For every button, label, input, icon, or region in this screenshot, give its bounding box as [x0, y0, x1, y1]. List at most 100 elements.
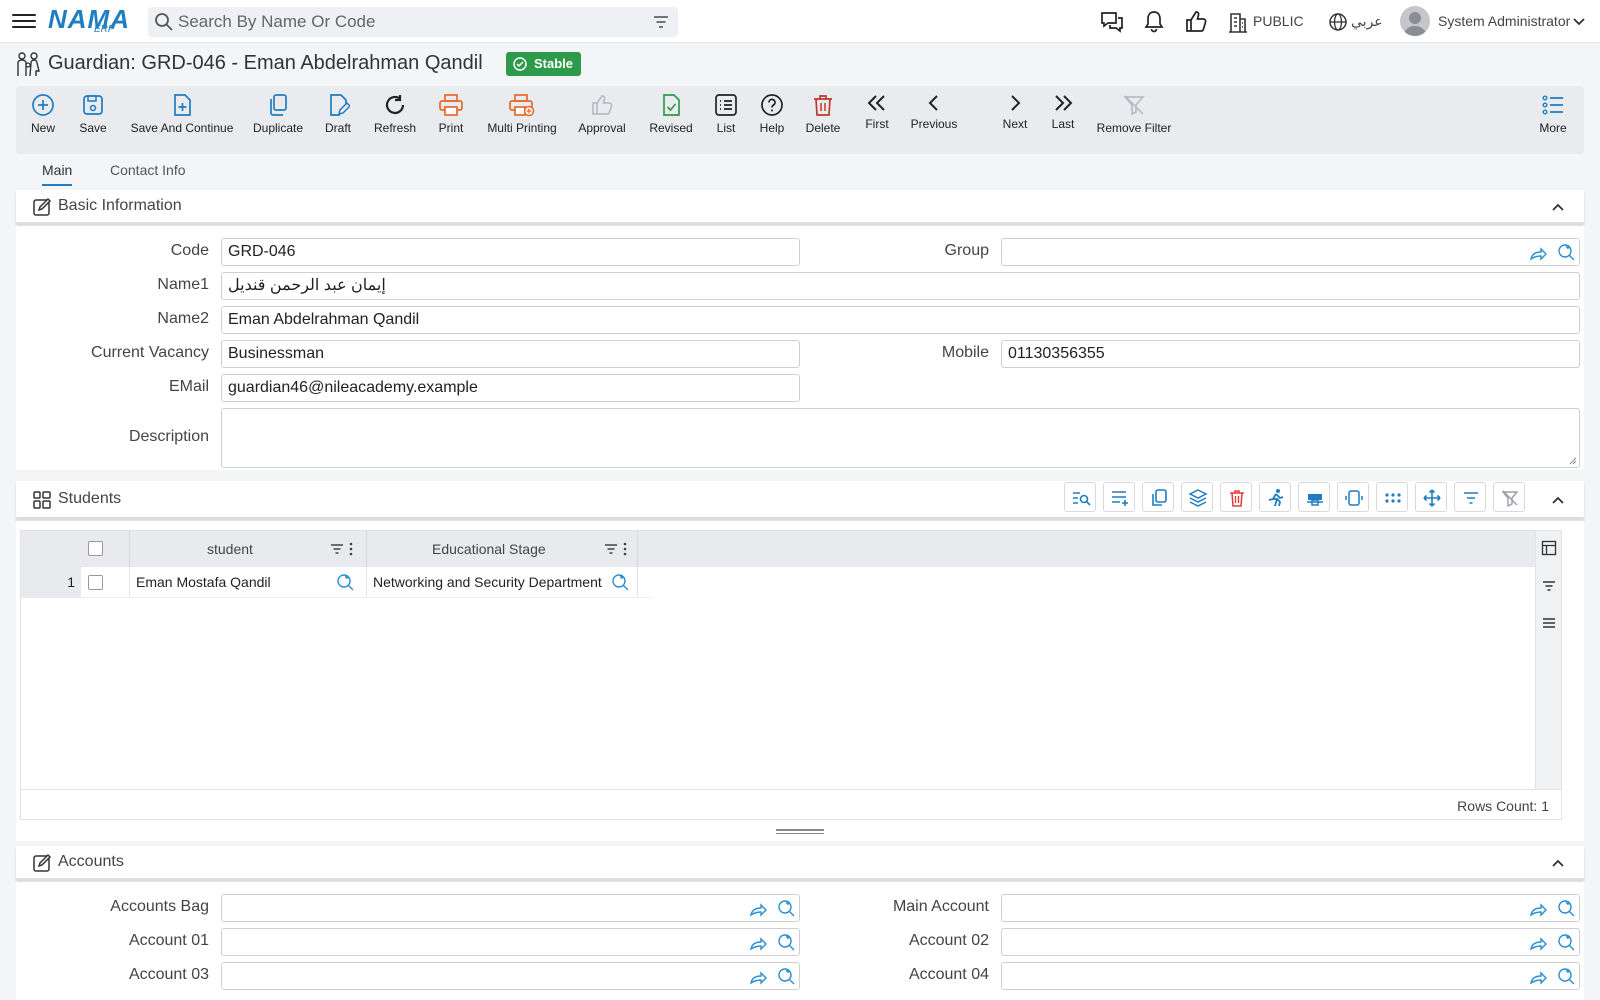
avatar[interactable]: [1400, 6, 1430, 36]
grid-remove-filter-button[interactable]: [1493, 482, 1525, 512]
thumbs-up-icon[interactable]: [1183, 9, 1209, 35]
name2-field[interactable]: Eman Abdelrahman Qandil: [221, 306, 1580, 334]
help-button[interactable]: Help: [758, 93, 786, 149]
share-arrow-icon[interactable]: [1529, 935, 1547, 951]
search-add-icon[interactable]: [611, 573, 629, 591]
app-logo[interactable]: NAMA ERP: [48, 4, 134, 38]
user-menu[interactable]: System Administrator: [1438, 13, 1570, 29]
mobile-field[interactable]: 01130356355: [1001, 340, 1580, 368]
tab-contact-info[interactable]: Contact Info: [110, 162, 186, 184]
group-field-actions: [1523, 243, 1575, 261]
account02-field[interactable]: [1001, 928, 1580, 956]
chevron-up-icon[interactable]: [1550, 855, 1566, 871]
move-button[interactable]: [1415, 482, 1447, 512]
menu-icon[interactable]: [12, 10, 36, 32]
chevron-up-icon[interactable]: [1550, 492, 1566, 508]
language-switch[interactable]: عربي: [1351, 13, 1383, 30]
stamp-button[interactable]: [1298, 482, 1330, 512]
share-arrow-icon[interactable]: [1529, 245, 1547, 261]
save-and-continue-button[interactable]: Save And Continue: [130, 93, 234, 149]
select-all-checkbox[interactable]: [88, 541, 103, 556]
search-input[interactable]: [178, 11, 628, 33]
share-arrow-icon[interactable]: [1529, 901, 1547, 917]
main-account-field[interactable]: [1001, 894, 1580, 922]
description-field[interactable]: [221, 408, 1580, 468]
search-add-icon[interactable]: [1557, 899, 1575, 917]
column-filter-icon[interactable]: [330, 543, 344, 555]
grid-filter-button[interactable]: [1454, 482, 1486, 512]
columns-icon[interactable]: [1541, 540, 1557, 556]
approval-button[interactable]: Approval: [576, 93, 628, 149]
code-field[interactable]: GRD-046: [221, 238, 800, 266]
chevron-up-icon[interactable]: [1550, 199, 1566, 215]
menu-lines-icon[interactable]: [1541, 615, 1557, 631]
remove-filter-button[interactable]: Remove Filter: [1096, 93, 1172, 149]
list-button[interactable]: List: [712, 93, 740, 149]
chevron-down-icon[interactable]: [1572, 15, 1586, 29]
group-field[interactable]: [1001, 238, 1580, 266]
copy-rows-button[interactable]: [1142, 482, 1174, 512]
search-add-icon[interactable]: [777, 967, 795, 985]
search-add-icon[interactable]: [1557, 243, 1575, 261]
fit-columns-button[interactable]: [1337, 482, 1369, 512]
column-menu-icon[interactable]: [348, 542, 354, 556]
student-cell[interactable]: Eman Mostafa Qandil: [129, 567, 365, 598]
first-button[interactable]: First: [862, 93, 892, 149]
search-add-icon[interactable]: [336, 573, 354, 591]
tab-main[interactable]: Main: [42, 162, 73, 186]
resize-handle[interactable]: [776, 829, 824, 835]
revised-button[interactable]: Revised: [646, 93, 696, 149]
add-row-button[interactable]: [1103, 482, 1135, 512]
search-add-icon[interactable]: [1557, 933, 1575, 951]
layers-button[interactable]: [1181, 482, 1213, 512]
search-add-icon[interactable]: [777, 933, 795, 951]
educational-stage-cell[interactable]: Networking and Security Department: [366, 567, 638, 598]
duplicate-button[interactable]: Duplicate: [252, 93, 304, 149]
last-button[interactable]: Last: [1048, 93, 1078, 149]
accounts-header[interactable]: Accounts: [16, 846, 1584, 880]
table-row[interactable]: 1 Eman Mostafa Qandil Networking and Sec…: [21, 567, 651, 598]
next-button[interactable]: Next: [1000, 93, 1030, 149]
chat-icon[interactable]: [1099, 9, 1125, 35]
filter-icon[interactable]: [1541, 578, 1557, 594]
previous-button[interactable]: Previous: [910, 93, 958, 149]
search-add-icon[interactable]: [777, 899, 795, 917]
basic-information-header[interactable]: Basic Information: [16, 190, 1584, 224]
search-icon: [155, 13, 173, 31]
column-filter-icon[interactable]: [604, 543, 618, 555]
delete-button[interactable]: Delete: [804, 93, 842, 149]
account02-actions: [1523, 933, 1575, 951]
refresh-button[interactable]: Refresh: [372, 93, 418, 149]
share-arrow-icon[interactable]: [749, 935, 767, 951]
share-arrow-icon[interactable]: [749, 969, 767, 985]
branch-selector[interactable]: PUBLIC: [1253, 13, 1304, 29]
share-arrow-icon[interactable]: [749, 901, 767, 917]
accounts-bag-field[interactable]: [221, 894, 800, 922]
row-checkbox[interactable]: [88, 575, 103, 590]
educational-stage-column-header[interactable]: Educational Stage: [366, 531, 638, 567]
more-label: More: [1539, 121, 1567, 135]
column-menu-icon[interactable]: [622, 542, 628, 556]
grid-search-button[interactable]: [1064, 482, 1096, 512]
print-button[interactable]: Print: [436, 93, 466, 149]
draft-button[interactable]: Draft: [322, 93, 354, 149]
delete-rows-button[interactable]: [1220, 482, 1252, 512]
account04-field[interactable]: [1001, 962, 1580, 990]
dots-grid-button[interactable]: [1376, 482, 1408, 512]
share-arrow-icon[interactable]: [1529, 969, 1547, 985]
current-vacancy-field[interactable]: Businessman: [221, 340, 800, 368]
run-button[interactable]: [1259, 482, 1291, 512]
bell-icon[interactable]: [1141, 9, 1167, 35]
student-column-header[interactable]: student: [129, 531, 365, 567]
save-button[interactable]: Save: [76, 93, 110, 149]
multi-printing-button[interactable]: Multi Printing: [486, 93, 558, 149]
email-field[interactable]: guardian46@nileacademy.example: [221, 374, 800, 402]
name1-field[interactable]: إيمان عبد الرحمن قنديل: [221, 272, 1580, 300]
new-button[interactable]: New: [28, 93, 58, 149]
more-button[interactable]: More: [1536, 93, 1570, 149]
filter-icon[interactable]: [652, 13, 670, 31]
resize-handle-icon[interactable]: [1567, 455, 1577, 465]
search-add-icon[interactable]: [1557, 967, 1575, 985]
account03-field[interactable]: [221, 962, 800, 990]
account01-field[interactable]: [221, 928, 800, 956]
